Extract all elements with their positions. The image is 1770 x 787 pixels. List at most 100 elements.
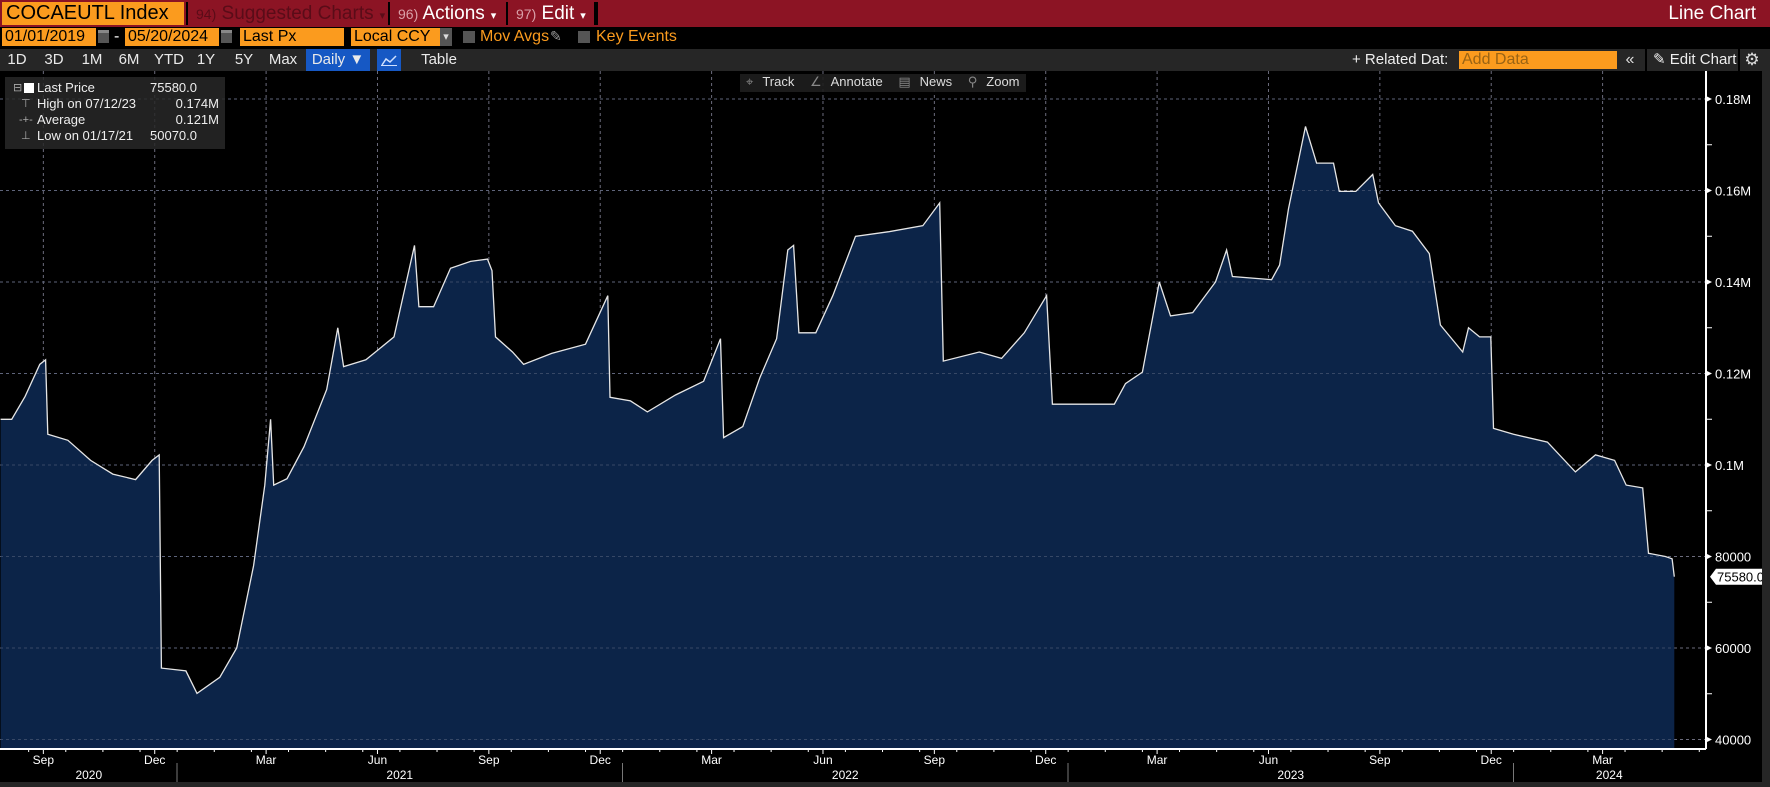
start-date-field[interactable]: 01/01/2019 bbox=[2, 28, 96, 46]
divider bbox=[594, 2, 598, 25]
year-label: 2023 bbox=[1277, 768, 1304, 782]
caret-down-icon: ▾ bbox=[580, 10, 586, 22]
end-date-field[interactable]: 05/20/2024 bbox=[125, 28, 219, 46]
y-tick bbox=[1706, 462, 1712, 468]
chart-type-title: Line Chart bbox=[1668, 3, 1756, 24]
legend-last-price[interactable]: ⊟ Last Price 75580.0 bbox=[5, 80, 225, 96]
menu-number: 96) bbox=[398, 6, 419, 22]
legend-low: ⊥ Low on 01/17/21 50070.0 bbox=[5, 128, 225, 144]
y-tick-label: 0.18M bbox=[1715, 92, 1751, 107]
frequency-dropdown[interactable]: Daily ▼ bbox=[306, 49, 370, 71]
price-area bbox=[0, 126, 1675, 749]
pencil-icon[interactable]: ✎ bbox=[550, 28, 562, 45]
news-icon: ▤ bbox=[898, 74, 911, 89]
period-5y-button[interactable]: 5Y bbox=[232, 49, 256, 71]
status-band bbox=[0, 782, 1770, 787]
y-tick bbox=[1706, 279, 1712, 285]
legend-value: 0.174M bbox=[175, 96, 219, 111]
security-ticker-field[interactable]: COCAEUTL Index bbox=[2, 2, 184, 25]
pencil-icon: ✎ bbox=[1653, 51, 1670, 68]
suggested-charts-menu[interactable]: 94) Suggested Charts ▾ bbox=[186, 2, 386, 25]
y-tick bbox=[1706, 645, 1712, 651]
y-tick-label: 0.12M bbox=[1715, 367, 1751, 382]
y-tick bbox=[1706, 96, 1712, 102]
mov-avgs-label[interactable]: Mov Avgs bbox=[480, 28, 549, 46]
line-chart-icon[interactable] bbox=[377, 49, 401, 71]
high-marker-icon: ⊤ bbox=[21, 98, 31, 110]
key-events-label[interactable]: Key Events bbox=[596, 28, 677, 46]
edit-chart-button[interactable]: ✎ Edit Chart bbox=[1645, 49, 1736, 71]
date-separator: - bbox=[114, 28, 120, 45]
menu-number: 94) bbox=[196, 6, 217, 22]
edit-menu[interactable]: 97) Edit ▾ bbox=[506, 2, 592, 25]
period-3d-button[interactable]: 3D bbox=[41, 49, 67, 71]
x-tick-label: Dec bbox=[1481, 753, 1502, 767]
menu-number: 97) bbox=[516, 6, 537, 22]
x-tick-label: Mar bbox=[256, 753, 277, 767]
y-tick bbox=[1706, 553, 1712, 560]
y-tick-label: 0.14M bbox=[1715, 275, 1751, 290]
edit-chart-label: Edit Chart bbox=[1669, 51, 1737, 68]
period-6m-button[interactable]: 6M bbox=[116, 49, 142, 71]
x-tick-label: Sep bbox=[33, 753, 55, 767]
table-button[interactable]: Table bbox=[414, 49, 464, 71]
currency-dropdown-button[interactable]: ▾ bbox=[440, 28, 452, 46]
legend-value: 50070.0 bbox=[150, 128, 197, 143]
series-swatch bbox=[24, 83, 34, 93]
caret-down-icon: ▾ bbox=[490, 10, 497, 22]
legend-average: -+- Average 0.121M bbox=[5, 112, 225, 128]
y-tick-label: 0.1M bbox=[1715, 458, 1744, 473]
x-tick-label: Dec bbox=[144, 753, 165, 767]
menu-label: Actions bbox=[422, 3, 485, 24]
news-tool[interactable]: News bbox=[920, 74, 953, 89]
x-tick-label: Mar bbox=[701, 753, 722, 767]
x-tick-label: Sep bbox=[1369, 753, 1391, 767]
low-marker-icon: ⊥ bbox=[21, 130, 31, 142]
annotate-icon: ∠ bbox=[809, 74, 822, 89]
x-tick-label: Jun bbox=[368, 753, 387, 767]
calendar-icon[interactable] bbox=[98, 30, 109, 43]
legend-label: High on 07/12/23 bbox=[37, 96, 137, 111]
menu-label: Suggested Charts bbox=[221, 3, 374, 24]
price-field-select[interactable]: Last Px bbox=[240, 28, 344, 46]
year-label: 2020 bbox=[75, 768, 102, 782]
caret-down-icon: ▾ bbox=[379, 10, 386, 22]
key-events-checkbox[interactable] bbox=[578, 31, 590, 43]
last-price-label: 75580.0 bbox=[1717, 570, 1762, 585]
period-ytd-button[interactable]: YTD bbox=[153, 49, 185, 71]
period-1y-button[interactable]: 1Y bbox=[195, 49, 217, 71]
y-tick bbox=[1706, 736, 1712, 743]
period-1m-button[interactable]: 1M bbox=[79, 49, 105, 71]
currency-select[interactable]: Local CCY bbox=[351, 28, 440, 46]
chart-legend: ⊟ Last Price 75580.0 ⊤ High on 07/12/23 … bbox=[5, 77, 225, 149]
period-1d-button[interactable]: 1D bbox=[4, 49, 30, 71]
y-tick-label: 40000 bbox=[1715, 733, 1751, 748]
annotate-tool[interactable]: Annotate bbox=[831, 74, 883, 89]
calendar-icon[interactable] bbox=[221, 30, 232, 43]
y-tick bbox=[1706, 370, 1712, 377]
mov-avgs-checkbox[interactable] bbox=[463, 31, 475, 43]
scrollbar-track bbox=[1762, 71, 1770, 787]
x-tick-label: Sep bbox=[924, 753, 946, 767]
related-data-button[interactable]: + Related Dat: bbox=[1352, 49, 1448, 71]
x-tick-label: Jun bbox=[813, 753, 832, 767]
track-tool[interactable]: Track bbox=[762, 74, 794, 89]
add-data-input[interactable] bbox=[1459, 51, 1617, 69]
chart-tools-bar: ⌖ Track ∠ Annotate ▤ News ⚲ Zoom bbox=[740, 74, 1026, 92]
gear-icon[interactable]: ⚙ bbox=[1738, 49, 1764, 71]
zoom-tool[interactable]: Zoom bbox=[986, 74, 1019, 89]
price-chart[interactable]: 0.18M 0.16M 0.14M 0.12M 0.1M 80000 60000 40000 7… bbox=[0, 71, 1762, 782]
actions-menu[interactable]: 96) Actions ▾ bbox=[388, 2, 504, 25]
menu-label: Edit bbox=[541, 3, 575, 24]
x-tick-label: Sep bbox=[478, 753, 500, 767]
y-tick-label: 60000 bbox=[1715, 641, 1751, 656]
x-tick-label: Dec bbox=[590, 753, 611, 767]
collapse-box-icon[interactable]: ⊟ bbox=[13, 80, 22, 96]
y-tick-label: 0.16M bbox=[1715, 184, 1751, 199]
year-label: 2021 bbox=[386, 768, 413, 782]
x-tick-label: Mar bbox=[1592, 753, 1613, 767]
year-label: 2024 bbox=[1596, 768, 1623, 782]
period-max-button[interactable]: Max bbox=[267, 49, 299, 71]
collapse-icon[interactable]: « bbox=[1619, 49, 1641, 71]
y-tick bbox=[1706, 187, 1712, 194]
